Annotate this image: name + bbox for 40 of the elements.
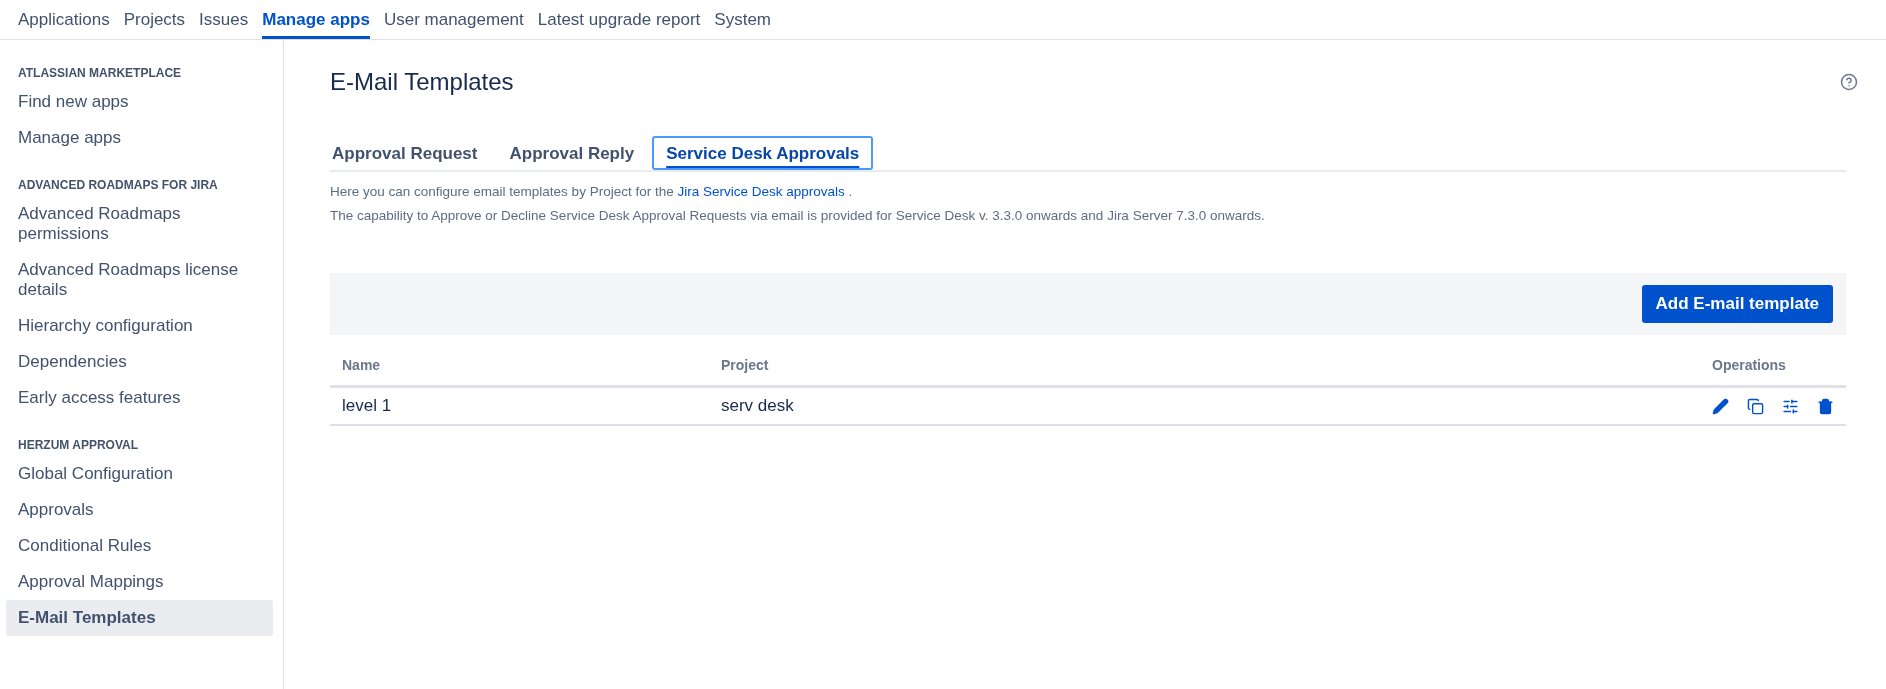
table-cell: level 1 bbox=[330, 386, 709, 425]
nav-tab[interactable]: Projects bbox=[123, 0, 186, 39]
sidebar-item[interactable]: Advanced Roadmaps permissions bbox=[6, 196, 273, 252]
tab[interactable]: Approval Reply bbox=[495, 136, 649, 170]
section-heading: HERZUM APPROVAL bbox=[17, 437, 139, 454]
edit-icon[interactable] bbox=[1712, 397, 1729, 415]
page-title: E-Mail Templates bbox=[330, 68, 514, 96]
sidebar-item[interactable]: Early access features bbox=[6, 380, 273, 416]
sidebar-item[interactable]: Approvals bbox=[6, 492, 273, 528]
add-template-button[interactable]: Add E-mail template bbox=[1641, 285, 1833, 323]
nav-tab[interactable]: Applications bbox=[18, 0, 110, 39]
sidebar-item[interactable]: Conditional Rules bbox=[6, 528, 273, 564]
note-text: The capability to Approve or Decline Service Desk Approval Requests via email is provided for Service Desk v. 3.3.0 onwards and Jira Server 7.3.0 onwards. bbox=[330, 208, 1266, 223]
approvals-link[interactable]: Jira Service Desk approvals bbox=[677, 184, 845, 199]
nav-tab[interactable]: Manage apps bbox=[262, 0, 370, 39]
nav-tab[interactable]: System bbox=[714, 0, 772, 39]
sidebar-item[interactable]: Global Configuration bbox=[6, 456, 273, 492]
sidebar-item[interactable]: Manage apps bbox=[6, 120, 273, 156]
description-text: Here you can configure email templates by Project for the Jira Service Desk approvals . bbox=[330, 184, 854, 199]
section-heading: ADVANCED ROADMAPS FOR JIRA bbox=[17, 177, 219, 194]
tab[interactable]: Service Desk Approvals bbox=[652, 136, 874, 170]
table-cell: serv desk bbox=[709, 386, 1700, 425]
nav-tab[interactable]: Latest upgrade report bbox=[537, 0, 701, 39]
column-header: Name bbox=[330, 349, 709, 387]
sidebar-item[interactable]: Dependencies bbox=[6, 344, 273, 380]
sidebar-item[interactable]: Find new apps bbox=[6, 84, 273, 120]
nav-tab[interactable]: User management bbox=[383, 0, 524, 39]
nav-tab[interactable]: Issues bbox=[199, 0, 249, 39]
sliders-icon[interactable] bbox=[1782, 397, 1799, 415]
section-heading: ATLASSIAN MARKETPLACE bbox=[17, 65, 183, 82]
sidebar-item[interactable]: Approval Mappings bbox=[6, 564, 273, 600]
copy-icon[interactable] bbox=[1747, 397, 1764, 415]
sidebar-item[interactable]: E-Mail Templates bbox=[6, 600, 273, 636]
delete-icon[interactable] bbox=[1817, 397, 1834, 415]
sidebar-item[interactable]: Advanced Roadmaps license details bbox=[6, 252, 273, 308]
column-header: Operations bbox=[1700, 349, 1846, 387]
column-header: Project bbox=[709, 349, 1700, 387]
help-icon[interactable] bbox=[1840, 73, 1858, 91]
sidebar-item[interactable]: Hierarchy configuration bbox=[6, 308, 273, 344]
tab[interactable]: Approval Request bbox=[330, 136, 492, 170]
